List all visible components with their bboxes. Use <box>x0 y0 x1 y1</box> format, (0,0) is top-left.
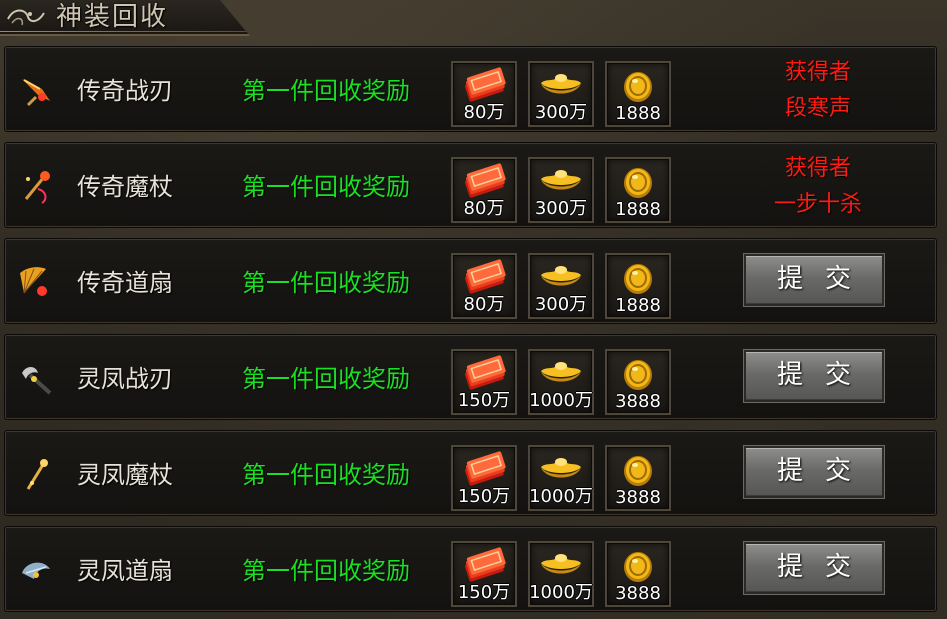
submit-button[interactable]: 提交 <box>744 254 884 306</box>
reward-amount: 1888 <box>615 295 661 316</box>
reward-slot[interactable]: 3888 <box>605 541 671 607</box>
dragon-emblem-icon <box>4 4 48 30</box>
reward-amount: 80万 <box>463 294 505 315</box>
reward-slot[interactable]: 150万 <box>451 541 517 607</box>
winner-title: 获得者 <box>784 60 851 85</box>
reward-label: 第一件回收奖励 <box>242 77 410 105</box>
recycle-row: 传奇道扇 第一件回收奖励 80万 300万 1888 提交 <box>4 238 937 324</box>
reward-slot[interactable]: 1000万 <box>528 445 594 511</box>
winner-name: 一步十杀 <box>773 192 862 217</box>
reward-slot[interactable]: 1888 <box>605 157 671 223</box>
item-name: 灵凤魔杖 <box>77 461 173 489</box>
recycle-row: 传奇魔杖 第一件回收奖励 80万 300万 1888 获得者 一步十杀 <box>4 142 937 228</box>
reward-slot[interactable]: 80万 <box>451 61 517 127</box>
reward-slot[interactable]: 300万 <box>528 253 594 319</box>
reward-slot[interactable]: 300万 <box>528 61 594 127</box>
reward-amount: 300万 <box>534 198 588 219</box>
reward-label: 第一件回收奖励 <box>242 461 410 489</box>
reward-amount: 300万 <box>534 102 588 123</box>
submit-button[interactable]: 提交 <box>744 350 884 402</box>
page-title: 神装回收 <box>56 2 169 32</box>
reward-amount: 80万 <box>463 198 505 219</box>
reward-slot[interactable]: 1000万 <box>528 541 594 607</box>
item-name: 传奇魔杖 <box>77 173 173 201</box>
recycle-list: 传奇战刃 第一件回收奖励 80万 300万 1888 获得者 段寒声 传奇魔杖 … <box>4 46 937 619</box>
recycle-row: 灵凤战刃 第一件回收奖励 150万 1000万 3888 提交 <box>4 334 937 420</box>
wand-icon[interactable] <box>15 167 57 207</box>
reward-amount: 150万 <box>457 486 511 507</box>
recycle-row: 传奇战刃 第一件回收奖励 80万 300万 1888 获得者 段寒声 <box>4 46 937 132</box>
winner-info: 获得者 段寒声 <box>743 55 893 127</box>
reward-slot[interactable]: 150万 <box>451 445 517 511</box>
reward-amount: 1888 <box>615 103 661 124</box>
reward-slot[interactable]: 150万 <box>451 349 517 415</box>
reward-slot[interactable]: 80万 <box>451 157 517 223</box>
recycle-panel: 神装回收 传奇战刃 第一件回收奖励 80万 300万 1888 获得者 段寒声 … <box>0 0 947 619</box>
axe-icon[interactable] <box>15 359 57 399</box>
reward-label: 第一件回收奖励 <box>242 365 410 393</box>
submit-button[interactable]: 提交 <box>744 542 884 594</box>
winner-name: 段寒声 <box>784 96 851 121</box>
blade-icon[interactable] <box>15 71 57 111</box>
reward-amount: 3888 <box>615 487 661 508</box>
reward-amount: 1000万 <box>529 582 593 603</box>
staff-icon[interactable] <box>15 455 57 495</box>
reward-label: 第一件回收奖励 <box>242 557 410 585</box>
submit-button[interactable]: 提交 <box>744 446 884 498</box>
fan-icon[interactable] <box>15 263 57 303</box>
reward-slot[interactable]: 1000万 <box>528 349 594 415</box>
reward-amount: 1000万 <box>529 390 593 411</box>
recycle-row: 灵凤魔杖 第一件回收奖励 150万 1000万 3888 提交 <box>4 430 937 516</box>
winner-title: 获得者 <box>784 156 851 181</box>
reward-label: 第一件回收奖励 <box>242 173 410 201</box>
reward-slot[interactable]: 1888 <box>605 253 671 319</box>
title-tab: 神装回收 <box>0 0 250 36</box>
reward-amount: 3888 <box>615 583 661 604</box>
reward-amount: 150万 <box>457 582 511 603</box>
item-name: 灵凤道扇 <box>77 557 173 585</box>
recycle-row: 灵凤道扇 第一件回收奖励 150万 1000万 3888 提交 <box>4 526 937 612</box>
reward-label: 第一件回收奖励 <box>242 269 410 297</box>
phoenix-fan-icon[interactable] <box>15 551 57 591</box>
reward-slot[interactable]: 80万 <box>451 253 517 319</box>
reward-slot[interactable]: 300万 <box>528 157 594 223</box>
reward-amount: 3888 <box>615 391 661 412</box>
reward-slot[interactable]: 3888 <box>605 349 671 415</box>
item-name: 灵凤战刃 <box>77 365 173 393</box>
reward-amount: 1888 <box>615 199 661 220</box>
reward-amount: 300万 <box>534 294 588 315</box>
reward-slot[interactable]: 3888 <box>605 445 671 511</box>
item-name: 传奇战刃 <box>77 77 173 105</box>
winner-info: 获得者 一步十杀 <box>743 151 893 223</box>
reward-amount: 1000万 <box>529 486 593 507</box>
reward-amount: 80万 <box>463 102 505 123</box>
item-name: 传奇道扇 <box>77 269 173 297</box>
reward-slot[interactable]: 1888 <box>605 61 671 127</box>
reward-amount: 150万 <box>457 390 511 411</box>
